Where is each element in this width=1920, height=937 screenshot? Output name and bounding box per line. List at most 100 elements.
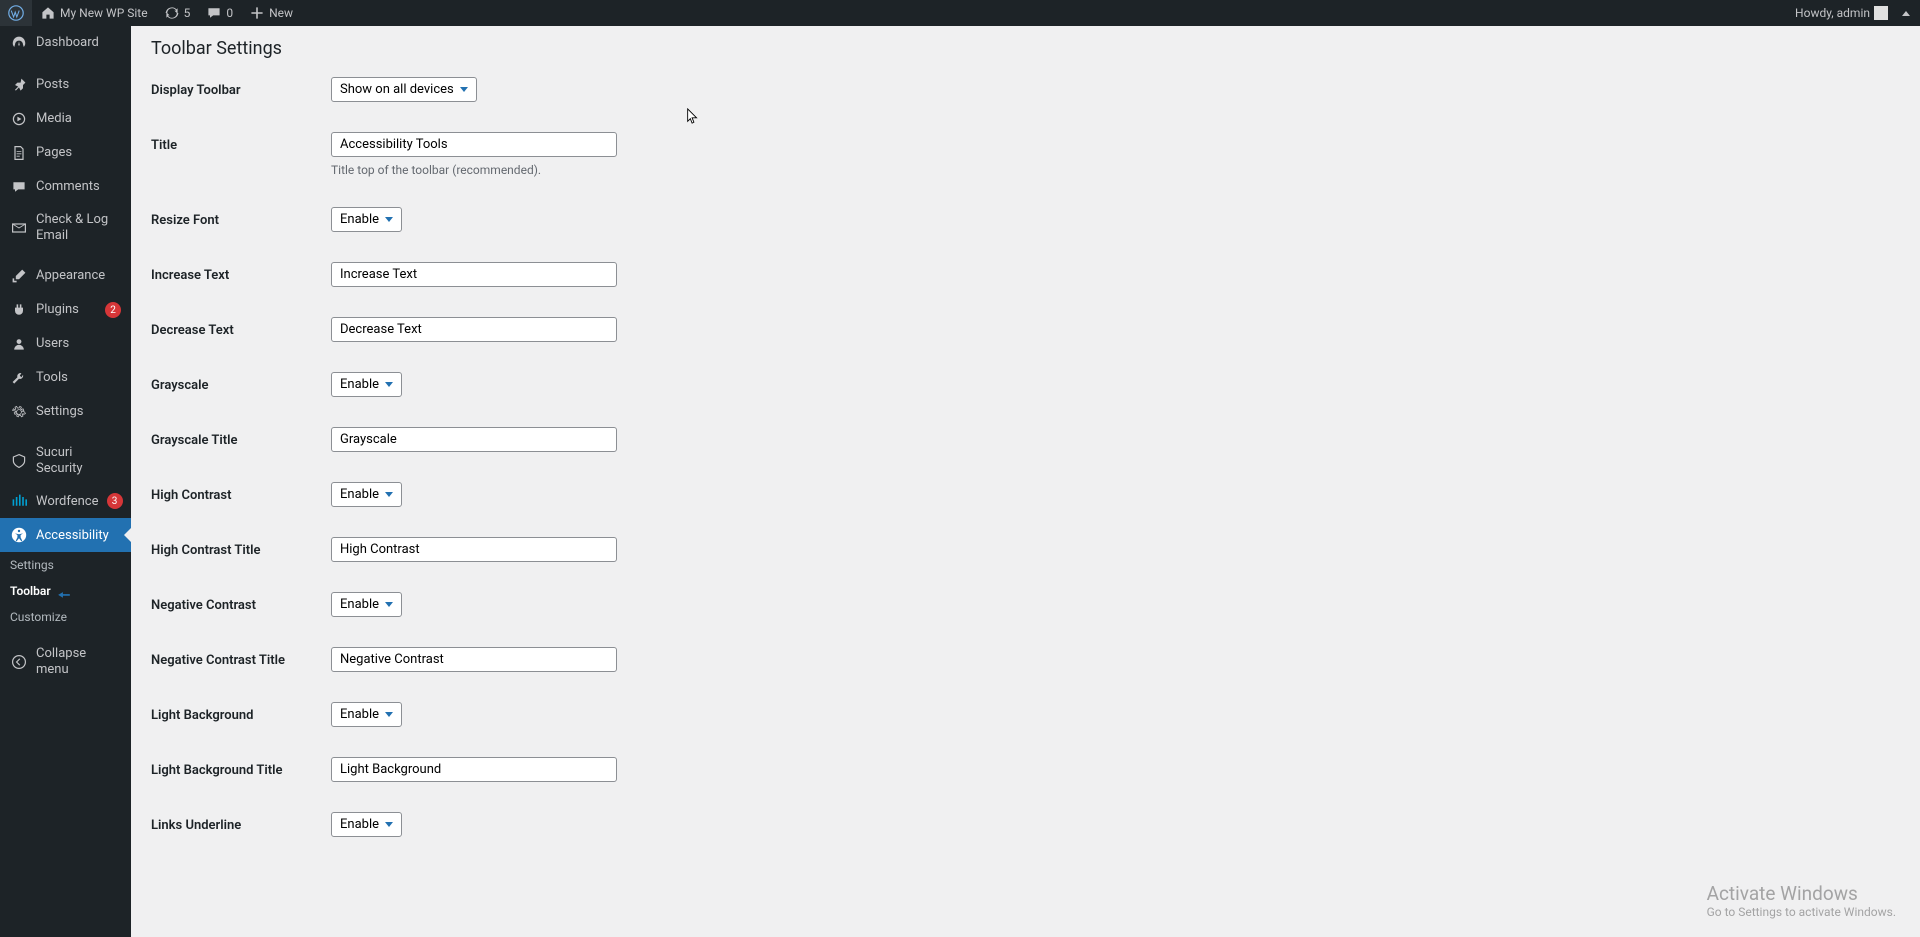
sidebar-item-plugins[interactable]: Plugins2 (0, 293, 131, 327)
caret-up-icon (1902, 11, 1910, 16)
select-high-contrast[interactable]: Enable (331, 482, 402, 507)
select-links-underline[interactable]: Enable (331, 812, 402, 837)
sidebar-item-media[interactable]: Media (0, 102, 131, 136)
submenu-item-settings[interactable]: Settings (0, 552, 131, 578)
updates-link[interactable]: 5 (156, 0, 199, 26)
site-name-text: My New WP Site (60, 6, 148, 20)
content-area: Toolbar Settings Display Toolbar Show on… (131, 26, 1920, 937)
chevron-down-icon (385, 382, 393, 387)
select-resize-font[interactable]: Enable (331, 207, 402, 232)
chevron-down-icon (385, 492, 393, 497)
plugins-badge: 2 (105, 302, 121, 318)
chevron-down-icon (385, 822, 393, 827)
collapse-menu-button[interactable]: Collapse menu (0, 638, 131, 685)
gear-icon (10, 403, 28, 421)
sidebar-item-wordfence[interactable]: Wordfence3 (0, 484, 131, 518)
windows-watermark: Activate Windows Go to Settings to activ… (1707, 882, 1896, 919)
input-grayscale-title[interactable] (331, 427, 617, 452)
account-link[interactable]: Howdy, admin (1787, 0, 1896, 26)
label-high-contrast-title: High Contrast Title (151, 537, 331, 558)
select-light-background[interactable]: Enable (331, 702, 402, 727)
chevron-down-icon (385, 712, 393, 717)
chevron-down-icon (385, 602, 393, 607)
submenu-item-toolbar[interactable]: Toolbar🠔 (0, 578, 131, 604)
sidebar-item-pages[interactable]: Pages (0, 136, 131, 170)
row-high-contrast: High Contrast Enable (151, 482, 1900, 507)
row-display-toolbar: Display Toolbar Show on all devices (151, 77, 1900, 102)
plus-icon (249, 5, 265, 21)
input-increase-text[interactable] (331, 262, 617, 287)
label-links-underline: Links Underline (151, 812, 331, 833)
label-increase-text: Increase Text (151, 262, 331, 283)
sidebar-item-comments[interactable]: Comments (0, 170, 131, 204)
wrench-icon (10, 369, 28, 387)
home-icon (40, 5, 56, 21)
sidebar-item-dashboard[interactable]: Dashboard (0, 26, 131, 60)
row-grayscale-title: Grayscale Title (151, 427, 1900, 452)
page-title: Toolbar Settings (151, 38, 1900, 59)
label-display-toolbar: Display Toolbar (151, 77, 331, 98)
label-negative-contrast: Negative Contrast (151, 592, 331, 613)
dashboard-icon (10, 34, 28, 52)
sidebar-item-settings[interactable]: Settings (0, 395, 131, 429)
row-resize-font: Resize Font Enable (151, 207, 1900, 232)
plug-icon (10, 301, 28, 319)
avatar (1874, 6, 1888, 20)
comment-icon (10, 178, 28, 196)
admin-sidebar: Dashboard Posts Media Pages Comments Che… (0, 26, 131, 937)
row-title: Title Title top of the toolbar (recommen… (151, 132, 1900, 177)
label-resize-font: Resize Font (151, 207, 331, 228)
comment-icon (206, 5, 222, 21)
accessibility-icon (10, 526, 28, 544)
input-title[interactable] (331, 132, 617, 157)
row-high-contrast-title: High Contrast Title (151, 537, 1900, 562)
sidebar-item-appearance[interactable]: Appearance (0, 259, 131, 293)
row-light-background: Light Background Enable (151, 702, 1900, 727)
sidebar-item-check-log-email[interactable]: Check & Log Email (0, 204, 131, 251)
sidebar-item-sucuri[interactable]: Sucuri Security (0, 437, 131, 484)
user-icon (10, 335, 28, 353)
comments-link[interactable]: 0 (198, 0, 241, 26)
admin-topbar: My New WP Site 5 0 New Howdy, admin (0, 0, 1920, 26)
label-title: Title (151, 132, 331, 153)
wp-logo[interactable] (0, 0, 32, 26)
label-grayscale-title: Grayscale Title (151, 427, 331, 448)
select-negative-contrast[interactable]: Enable (331, 592, 402, 617)
wordfence-badge: 3 (107, 493, 123, 509)
label-high-contrast: High Contrast (151, 482, 331, 503)
label-grayscale: Grayscale (151, 372, 331, 393)
submenu-item-customize[interactable]: Customize (0, 604, 131, 630)
media-icon (10, 110, 28, 128)
brush-icon (10, 267, 28, 285)
input-decrease-text[interactable] (331, 317, 617, 342)
sidebar-item-tools[interactable]: Tools (0, 361, 131, 395)
input-high-contrast-title[interactable] (331, 537, 617, 562)
collapse-icon (10, 653, 28, 671)
row-light-background-title: Light Background Title (151, 757, 1900, 782)
select-display-toolbar[interactable]: Show on all devices (331, 77, 477, 102)
site-name-link[interactable]: My New WP Site (32, 0, 156, 26)
chevron-down-icon (460, 87, 468, 92)
shield-icon (10, 452, 28, 470)
label-light-background: Light Background (151, 702, 331, 723)
sidebar-item-users[interactable]: Users (0, 327, 131, 361)
label-light-background-title: Light Background Title (151, 757, 331, 778)
updates-count: 5 (184, 6, 191, 20)
input-light-background-title[interactable] (331, 757, 617, 782)
label-decrease-text: Decrease Text (151, 317, 331, 338)
chevron-down-icon (385, 217, 393, 222)
wordfence-icon (10, 492, 28, 510)
sidebar-item-accessibility[interactable]: Accessibility (0, 518, 131, 552)
page-icon (10, 144, 28, 162)
label-negative-contrast-title: Negative Contrast Title (151, 647, 331, 668)
row-decrease-text: Decrease Text (151, 317, 1900, 342)
sidebar-item-posts[interactable]: Posts (0, 68, 131, 102)
row-negative-contrast: Negative Contrast Enable (151, 592, 1900, 617)
row-increase-text: Increase Text (151, 262, 1900, 287)
select-grayscale[interactable]: Enable (331, 372, 402, 397)
wordpress-icon (8, 5, 24, 21)
input-negative-contrast-title[interactable] (331, 647, 617, 672)
new-content-link[interactable]: New (241, 0, 301, 26)
pin-icon (10, 76, 28, 94)
row-grayscale: Grayscale Enable (151, 372, 1900, 397)
